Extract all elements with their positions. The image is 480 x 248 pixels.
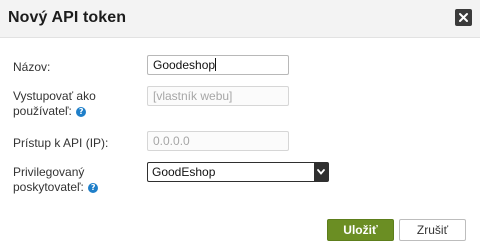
name-input[interactable]: Goodeshop <box>147 55 289 75</box>
act-as-label-line2: používateľ: <box>13 104 72 118</box>
act-as-label-line1: Vystupovať ako <box>13 89 96 103</box>
text-caret <box>215 58 217 71</box>
save-button[interactable]: Uložiť <box>327 219 394 241</box>
help-icon[interactable]: ? <box>76 107 87 117</box>
privileged-provider-select[interactable]: GoodEshop <box>147 162 329 182</box>
privileged-provider-label-line1: Privilegovaný <box>13 165 85 179</box>
api-token-dialog: Nový API token Názov: Goodeshop Vystupov… <box>0 0 480 248</box>
name-input-value: Goodeshop <box>153 58 216 72</box>
privileged-provider-label: Privilegovaný poskytovateľ: ? <box>13 165 99 195</box>
dialog-title: Nový API token <box>8 9 127 26</box>
chevron-down-icon[interactable] <box>314 163 328 181</box>
cancel-button[interactable]: Zrušiť <box>399 219 466 241</box>
api-access-label: Prístup k API (IP): <box>13 136 109 150</box>
name-label: Názov: <box>13 60 51 74</box>
act-as-label: Vystupovať ako používateľ: ? <box>13 89 96 119</box>
close-icon[interactable] <box>455 9 472 26</box>
privileged-provider-selected: GoodEshop <box>152 165 216 179</box>
api-access-input[interactable] <box>147 131 289 151</box>
act-as-input[interactable] <box>147 86 289 106</box>
dialog-titlebar: Nový API token <box>0 0 480 38</box>
help-icon[interactable]: ? <box>88 183 99 193</box>
privileged-provider-label-line2: poskytovateľ: <box>13 180 84 194</box>
